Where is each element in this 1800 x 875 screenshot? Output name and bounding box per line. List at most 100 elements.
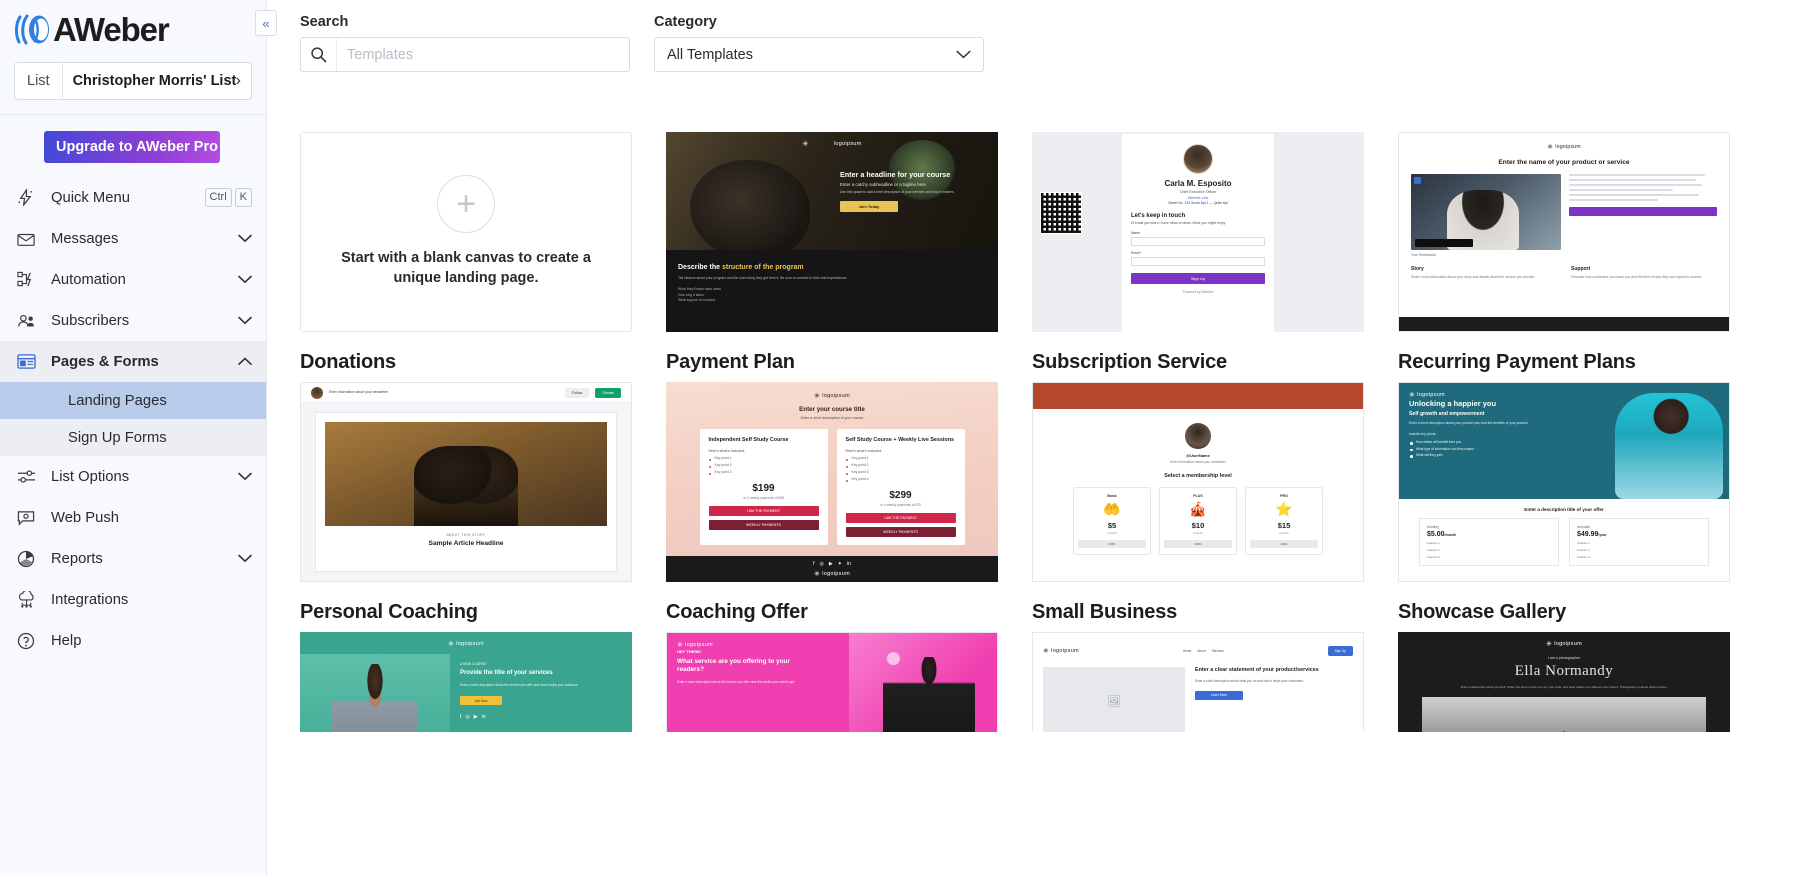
sidebar-subitem-label: Sign Up Forms <box>68 429 167 446</box>
search-box[interactable] <box>300 37 630 72</box>
sidebar-item-reports[interactable]: Reports <box>0 538 266 579</box>
sidebar-item-list-options[interactable]: List Options <box>0 456 266 497</box>
recurring-hero: ✳ logoipsum Unlocking a happier you Self … <box>1399 383 1729 499</box>
kbd-k: K <box>234 188 252 207</box>
payment-sub: Enter a short description of your course <box>800 416 864 420</box>
app-logo[interactable]: AWeber <box>0 0 266 48</box>
subscription-bio: Enter information about your newsletter <box>1170 460 1226 464</box>
template-thumbnail-contact[interactable]: Carla M. Esposito Chief Executive Office… <box>1032 132 1364 332</box>
sidebar-item-landing-pages[interactable]: Landing Pages <box>0 382 266 419</box>
recurring-paragraph: Enter a short description about your pro… <box>1409 421 1529 425</box>
payment-card: Independent Self Study Course Here's wha… <box>699 429 828 546</box>
template-thumbnail-donations[interactable]: Enter information about your newsletter … <box>300 382 632 582</box>
sidebar-item-sign-up-forms[interactable]: Sign Up Forms <box>0 419 266 456</box>
integrations-icon <box>17 591 43 608</box>
payment-cards: Independent Self Study Course Here's wha… <box>666 429 998 546</box>
sidebar-item-label: List Options <box>51 468 130 485</box>
tier-join-button: JOIN <box>1250 540 1318 549</box>
recurring-plan: Annually $49.99/year Feature 1 Feature 2… <box>1569 518 1709 566</box>
category-select[interactable]: All Templates <box>654 37 984 72</box>
blank-canvas-card[interactable]: + Start with a blank canvas to create a … <box>300 132 632 332</box>
payment-card-title: Self Study Course + Weekly Live Sessions <box>845 437 955 443</box>
category-label: Category <box>654 14 717 30</box>
template-thumbnail-payment-plan[interactable]: ✳ logoipsum Enter your course title Enter… <box>666 382 998 582</box>
photo-subject <box>414 446 518 526</box>
list-selector-label: List <box>15 63 63 99</box>
sidebar-item-subscribers[interactable]: Subscribers <box>0 300 266 341</box>
plan-feature: Feature 1 <box>1427 541 1440 545</box>
template-thumbnail-course[interactable]: ✳AWeberlogoipsum Enter a headline for yo… <box>666 132 998 332</box>
sidebar-item-automation[interactable]: Automation <box>0 259 266 300</box>
coaching-paragraph: Enter a short description about the serv… <box>460 682 579 687</box>
tier-price: $5 <box>1107 521 1117 531</box>
tier-icon: 🎪 <box>1189 501 1207 517</box>
brand-logo-icon: ✳ logoipsum <box>448 641 484 648</box>
template-title: Personal Coaching <box>300 601 478 623</box>
contact-name: Carla M. Esposito <box>1164 179 1232 188</box>
showcase-name: Ella Normandy <box>1514 663 1614 679</box>
sidebar-item-integrations[interactable]: Integrations <box>0 579 266 620</box>
sidebar-subitem-label: Landing Pages <box>68 392 167 409</box>
template-thumbnail-showcase[interactable]: ✳ logoipsum I am a photographer Ella Norm… <box>1398 632 1730 732</box>
sidebar-collapse-button[interactable]: « <box>255 10 277 36</box>
plan-tag: Monthly <box>1427 525 1439 529</box>
search-input[interactable] <box>337 46 629 63</box>
sidebar-item-web-push[interactable]: Web Push <box>0 497 266 538</box>
brand-logo-icon: ✳ logoipsum <box>814 393 850 400</box>
template-title: Payment Plan <box>666 351 795 373</box>
sidebar-item-quick-menu[interactable]: Quick Menu Ctrl K <box>0 177 266 218</box>
plus-glyph: + <box>456 185 476 224</box>
product-cta-button <box>1569 207 1717 216</box>
small-nav-links: Home About Services <box>1183 649 1224 653</box>
template-thumbnail-subscription[interactable]: @UserName Enter information about your n… <box>1032 382 1364 582</box>
template-cell-course: ✳AWeberlogoipsum Enter a headline for yo… <box>666 82 998 332</box>
brand-logo-icon: ✳ logoipsum <box>814 570 850 578</box>
list-selector[interactable]: List Christopher Morris' List › <box>14 62 252 100</box>
filter-bar: Search Category All Templates <box>300 0 1800 72</box>
tier-join-button: JOIN <box>1078 540 1146 549</box>
sidebar-item-label: Web Push <box>51 509 119 526</box>
template-thumbnail-recurring[interactable]: ✳ logoipsum Unlocking a happier you Self … <box>1398 382 1730 582</box>
template-thumbnail-small-business[interactable]: ✳ logoipsum Home About Services Sign Up 🖼… <box>1032 632 1364 732</box>
donations-caption: ABOUT THIS STORY <box>446 533 486 537</box>
payment-bullet: Key point 2 <box>708 463 819 469</box>
template-title <box>1032 100 1364 124</box>
course-cta-button: Join Today <box>840 201 898 213</box>
sidebar-item-pages-forms[interactable]: Pages & Forms <box>0 341 266 382</box>
template-cell-personal-coaching: Personal Coaching ✳ logoipsum A NEW COURS… <box>300 582 632 732</box>
template-thumbnail-product[interactable]: ✳ logoipsum Enter the name of your produc… <box>1398 132 1730 332</box>
plan-price: $49.99/year <box>1577 531 1701 538</box>
sidebar-item-help[interactable]: Help <box>0 620 266 661</box>
template-cell-showcase: Showcase Gallery ✳ logoipsum I am a photo… <box>1398 582 1730 732</box>
sidebar-item-messages[interactable]: Messages <box>0 218 266 259</box>
facebook-icon <box>1414 177 1421 184</box>
payment-card-note: Here's what's included: <box>708 449 746 454</box>
subscription-handle: @UserName <box>1186 453 1210 458</box>
template-grid-scroll[interactable]: + Start with a blank canvas to create a … <box>300 72 1800 732</box>
template-thumbnail-personal-coaching[interactable]: ✳ logoipsum A NEW COURSE Provide the titl… <box>300 632 632 732</box>
photo-subject <box>332 664 418 732</box>
chevron-down-icon <box>956 47 971 63</box>
small-hero-copy: Enter a clear statement of your product/… <box>1195 667 1353 732</box>
sidebar-item-label: Messages <box>51 230 119 247</box>
offer-photo-subject <box>883 657 975 732</box>
template-cell-contact: Carla M. Esposito Chief Executive Office… <box>1032 82 1364 332</box>
payment-card-note: Here's what's included: <box>845 449 883 454</box>
tier-price: $10 <box>1191 521 1205 531</box>
payment-bullet: Key point 1 <box>845 456 956 462</box>
small-paragraph: Enter a short description about what you… <box>1195 679 1304 684</box>
upgrade-button[interactable]: Upgrade to AWeber Pro <box>44 131 220 163</box>
plan-feature: Feature 1 <box>1577 541 1590 545</box>
automation-icon <box>17 271 43 288</box>
recurring-include-label: Include key points: <box>1409 432 1437 437</box>
template-thumbnail-coaching-offer[interactable]: ✳ logoipsum HEY THERE! What service are y… <box>666 632 998 732</box>
template-cell-small-business: Small Business ✳ logoipsum Home About Ser… <box>1032 582 1364 732</box>
quick-menu-icon <box>17 189 43 206</box>
template-grid: + Start with a blank canvas to create a … <box>300 82 1800 732</box>
recurring-plans: Monthly $5.00/month Feature 1 Feature 2 … <box>1399 518 1729 566</box>
search-icon <box>301 38 337 71</box>
small-nav-link: About <box>1197 649 1206 653</box>
small-nav-link: Services <box>1211 649 1224 653</box>
product-col-b-title: Support <box>1571 266 1591 272</box>
category-selected-value: All Templates <box>667 46 753 63</box>
